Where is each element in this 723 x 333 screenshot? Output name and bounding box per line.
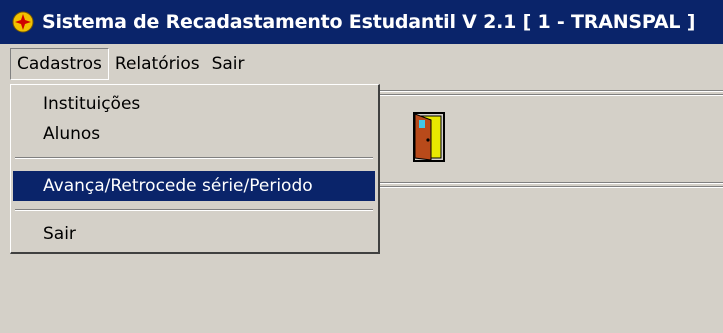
window-title: Sistema de Recadastamento Estudantil V 2… [42,11,696,33]
menu-separator [15,209,373,211]
door-exit-icon[interactable] [413,112,445,162]
toolbar-top-divider-2 [380,94,723,96]
cadastros-dropdown-menu: Instituições Alunos Avança/Retrocede sér… [10,84,380,254]
menu-item-sair[interactable]: Sair [13,219,375,249]
menu-relatorios[interactable]: Relatórios [109,49,206,79]
menu-item-avanca-retrocede[interactable]: Avança/Retrocede série/Periodo [13,171,375,201]
menu-cadastros[interactable]: Cadastros [10,48,109,80]
menu-item-alunos[interactable]: Alunos [13,119,375,149]
toolbar-bottom-divider-2 [380,186,723,188]
toolbar-top-divider [380,90,723,92]
toolbar-bottom-divider [380,182,723,184]
menu-sair[interactable]: Sair [206,49,251,79]
title-bar[interactable]: Sistema de Recadastamento Estudantil V 2… [0,0,723,44]
app-icon[interactable] [10,9,36,35]
client-area [0,258,723,333]
menu-separator [15,157,373,159]
menu-bar: Cadastros Relatórios Sair [0,44,723,84]
menu-item-instituicoes[interactable]: Instituições [13,89,375,119]
